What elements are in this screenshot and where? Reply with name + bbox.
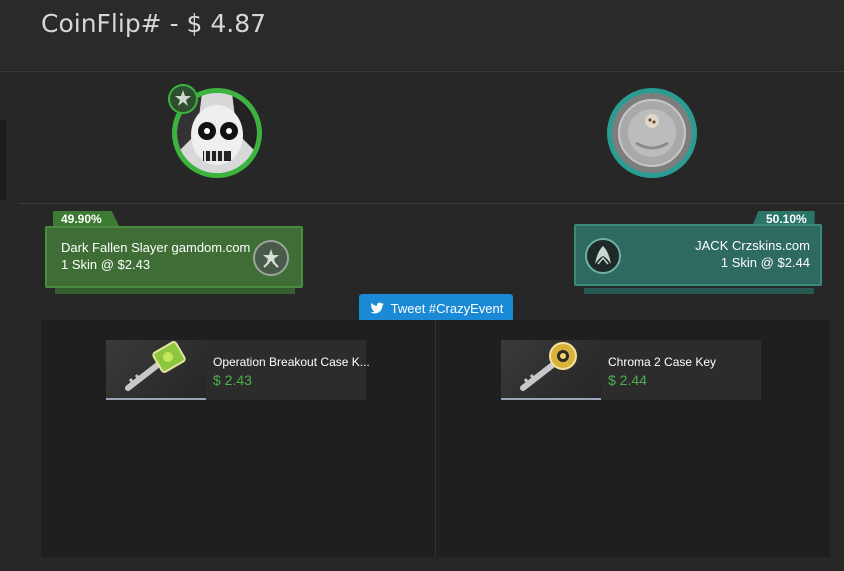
header-divider [0, 71, 844, 72]
left-card-footer [55, 288, 295, 294]
left-player-card: Dark Fallen Slayer gamdom.com 1 Skin @ $… [45, 226, 303, 288]
twitter-bird-icon [370, 302, 384, 314]
breakout-key-icon [106, 340, 206, 400]
right-player-name: JACK Crzskins.com [695, 238, 810, 253]
right-item-card[interactable]: Chroma 2 Case Key $ 2.44 [501, 340, 761, 400]
team-logo-icon [585, 238, 621, 274]
left-item-price: $ 2.43 [213, 372, 252, 388]
left-item-name: Operation Breakout Case K... [213, 355, 370, 369]
left-item-card[interactable]: Operation Breakout Case K... $ 2.43 [106, 340, 370, 400]
coin-avatar-icon [612, 93, 692, 173]
left-player-name: Dark Fallen Slayer gamdom.com [61, 240, 251, 255]
side-edge [0, 120, 6, 200]
tweet-label: Tweet #CrazyEvent [390, 300, 504, 316]
header-bar: CoinFlip# - $ 4.87 [0, 0, 844, 70]
rank-badge-icon [253, 240, 289, 276]
page-title: CoinFlip# - $ 4.87 [41, 9, 267, 38]
left-player-summary: 1 Skin @ $2.43 [61, 257, 151, 272]
right-player-avatar[interactable] [607, 88, 697, 178]
players-divider [20, 203, 844, 204]
right-item-name: Chroma 2 Case Key [608, 355, 717, 369]
right-card-footer [584, 288, 814, 294]
tweet-button[interactable]: Tweet #CrazyEvent [359, 294, 513, 322]
rank-badge-icon [168, 84, 198, 114]
chroma-key-icon [501, 340, 601, 400]
right-player-summary: 1 Skin @ $2.44 [720, 255, 810, 270]
right-item-price: $ 2.44 [608, 372, 647, 388]
left-win-chance: 49.90% [53, 211, 120, 227]
items-divider [435, 320, 436, 557]
right-player-card: JACK Crzskins.com 1 Skin @ $2.44 [574, 224, 822, 286]
